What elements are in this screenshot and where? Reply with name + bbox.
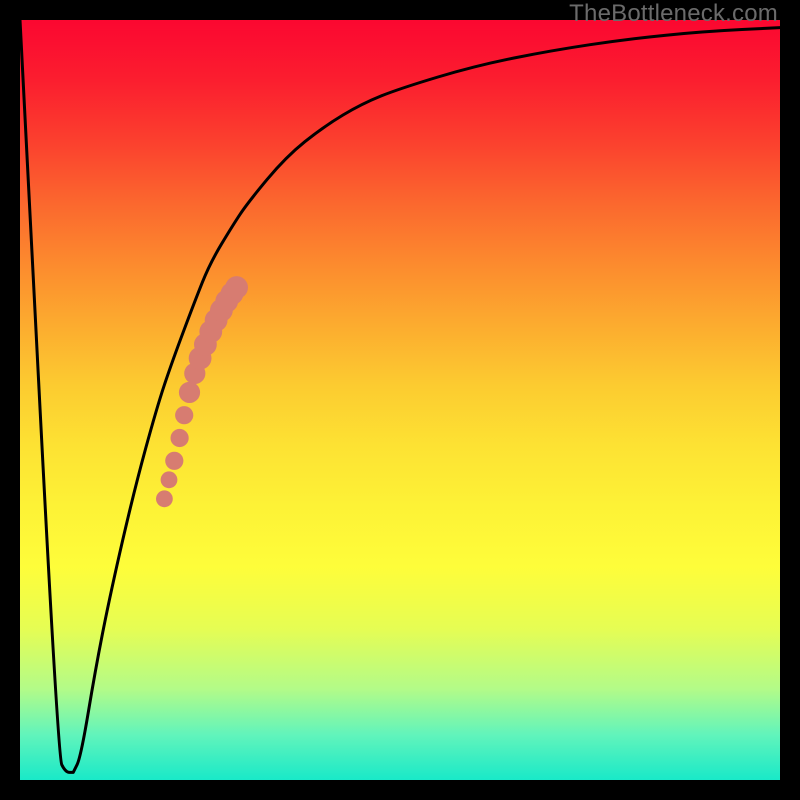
bottleneck-curve <box>20 20 780 772</box>
chart-svg <box>0 0 800 800</box>
marker-dot <box>161 471 178 488</box>
curve-layer <box>20 20 780 772</box>
watermark-label: TheBottleneck.com <box>569 0 778 28</box>
marker-dot <box>179 382 200 403</box>
marker-dot <box>171 429 189 447</box>
marker-dot <box>225 276 248 299</box>
chart-frame: TheBottleneck.com <box>0 0 800 800</box>
marker-dot <box>156 490 173 507</box>
marker-band-layer <box>156 276 248 507</box>
marker-dot <box>165 452 183 470</box>
marker-dot <box>175 406 193 424</box>
